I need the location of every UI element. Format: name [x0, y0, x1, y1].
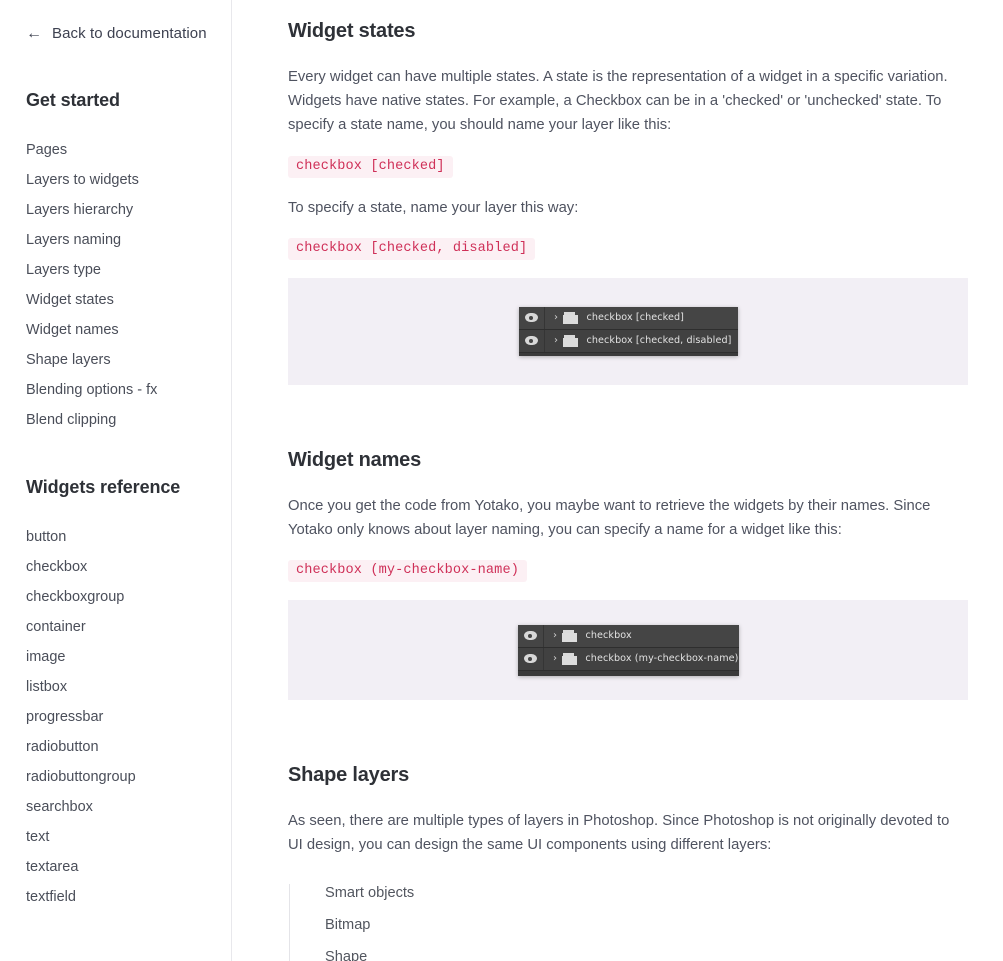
nav-group-title-widgets-reference: Widgets reference: [26, 477, 181, 497]
sidebar-item-container[interactable]: container: [0, 612, 231, 642]
heading-widget-states: Widget states: [288, 20, 416, 42]
layer-row-partial: [518, 352, 738, 356]
chevron-right-icon[interactable]: ›: [550, 335, 563, 346]
arrow-left-icon: ←: [26, 24, 42, 42]
layer-row[interactable]: › checkbox [checked]: [518, 306, 738, 330]
layer-visibility-toggle[interactable]: [519, 329, 545, 352]
section-widget-names: Widget names Once you get the code from …: [288, 448, 968, 701]
nav-list-get-started: Pages Layers to widgets Layers hierarchy…: [0, 135, 231, 435]
sidebar-item-checkbox[interactable]: checkbox: [0, 552, 231, 582]
sidebar-item-widget-names[interactable]: Widget names: [0, 315, 231, 345]
sidebar-item-radiobutton[interactable]: radiobutton: [0, 732, 231, 762]
paragraph-widget-names: Once you get the code from Yotako, you m…: [288, 497, 931, 539]
heading-widget-names: Widget names: [288, 448, 422, 471]
sidebar: ← Back to documentation Get started Page…: [0, 0, 232, 961]
sidebar-item-blend-clipping[interactable]: Blend clipping: [0, 405, 231, 435]
eye-icon: [523, 631, 537, 641]
back-link-label: Back to documentation: [52, 24, 207, 42]
sidebar-item-widget-states[interactable]: Widget states: [0, 285, 231, 315]
chevron-right-icon[interactable]: ›: [550, 312, 563, 323]
paragraph-widget-states: Every widget can have multiple states. A…: [288, 69, 948, 134]
sidebar-item-searchbox[interactable]: searchbox: [0, 792, 231, 822]
layer-row[interactable]: › checkbox [checked, disabled]: [518, 329, 738, 353]
eye-icon: [524, 336, 538, 346]
layer-name: checkbox: [585, 630, 632, 642]
chevron-right-icon[interactable]: ›: [549, 630, 562, 641]
nav-group-widgets-reference: Widgets reference button checkbox checkb…: [0, 477, 231, 912]
heading-shape-layers: Shape layers: [288, 764, 410, 787]
list-item: Smart objects: [325, 884, 415, 901]
nav-list-widgets-reference: button checkbox checkboxgroup container …: [0, 522, 231, 912]
layer-name: checkbox [checked]: [586, 312, 685, 324]
paragraph-widget-states-2: To specify a state, name your layer this…: [288, 199, 579, 216]
eye-icon: [524, 313, 538, 323]
back-to-documentation-link[interactable]: ← Back to documentation: [0, 22, 231, 44]
layer-visibility-toggle[interactable]: [519, 306, 545, 329]
code-row-state-single: checkbox [checked]: [288, 155, 968, 178]
list-item: Shape: [325, 948, 368, 961]
layer-visibility-toggle[interactable]: [518, 647, 544, 670]
documentation-page: ← Back to documentation Get started Page…: [0, 0, 1003, 961]
nav-group-get-started: Get started Pages Layers to widgets Laye…: [0, 90, 231, 435]
layer-row[interactable]: › checkbox: [517, 624, 739, 648]
folder-icon: [561, 652, 577, 665]
sidebar-item-pages[interactable]: Pages: [0, 135, 231, 165]
code-row-widget-name: checkbox (my-checkbox-name): [288, 560, 968, 583]
sidebar-item-listbox[interactable]: listbox: [0, 672, 231, 702]
layer-visibility-toggle[interactable]: [518, 624, 544, 647]
folder-icon: [562, 334, 578, 347]
sidebar-item-button[interactable]: button: [0, 522, 231, 552]
figure-widget-states: › checkbox [checked] › checkbox [checked…: [288, 277, 968, 385]
paragraph-shape-layers: As seen, there are multiple types of lay…: [288, 813, 950, 854]
layer-types-list: Smart objects Bitmap Shape: [289, 883, 968, 961]
sidebar-item-layers-to-widgets[interactable]: Layers to widgets: [0, 165, 231, 195]
figure-widget-names: › checkbox › checkbox (my-checkbox-name): [288, 600, 968, 701]
layers-panel: › checkbox › checkbox (my-checkbox-name): [517, 624, 739, 676]
code-checkbox-checked-disabled: checkbox [checked, disabled]: [288, 237, 536, 260]
main-content: Widget states Every widget can have mult…: [232, 0, 1003, 961]
sidebar-item-blending-options[interactable]: Blending options - fx: [0, 375, 231, 405]
nav-group-title-get-started: Get started: [26, 90, 120, 110]
folder-icon: [562, 311, 578, 324]
layer-name: checkbox [checked, disabled]: [586, 335, 732, 347]
code-checkbox-checked: checkbox [checked]: [288, 155, 453, 178]
list-item: Bitmap: [325, 916, 371, 933]
sidebar-item-textarea[interactable]: textarea: [0, 852, 231, 882]
section-widget-states: Widget states Every widget can have mult…: [288, 20, 968, 385]
sidebar-item-progressbar[interactable]: progressbar: [0, 702, 231, 732]
eye-icon: [523, 654, 537, 664]
sidebar-item-checkboxgroup[interactable]: checkboxgroup: [0, 582, 231, 612]
sidebar-item-layers-naming[interactable]: Layers naming: [0, 225, 231, 255]
sidebar-item-radiobuttongroup[interactable]: radiobuttongroup: [0, 762, 231, 792]
chevron-right-icon[interactable]: ›: [549, 653, 562, 664]
sidebar-item-image[interactable]: image: [0, 642, 231, 672]
sidebar-item-shape-layers[interactable]: Shape layers: [0, 345, 231, 375]
layer-name: checkbox (my-checkbox-name): [585, 653, 739, 665]
folder-icon: [561, 629, 577, 642]
sidebar-item-layers-hierarchy[interactable]: Layers hierarchy: [0, 195, 231, 225]
code-checkbox-my-name: checkbox (my-checkbox-name): [288, 560, 527, 583]
layers-panel: › checkbox [checked] › checkbox [checked…: [518, 306, 738, 356]
sidebar-item-textfield[interactable]: textfield: [0, 882, 231, 912]
layer-row[interactable]: › checkbox (my-checkbox-name): [517, 647, 739, 671]
sidebar-item-text[interactable]: text: [0, 822, 231, 852]
code-row-state-multi: checkbox [checked, disabled]: [288, 237, 968, 260]
section-shape-layers: Shape layers As seen, there are multiple…: [288, 764, 968, 961]
layer-row-partial: [517, 670, 739, 676]
sidebar-item-layers-type[interactable]: Layers type: [0, 255, 231, 285]
